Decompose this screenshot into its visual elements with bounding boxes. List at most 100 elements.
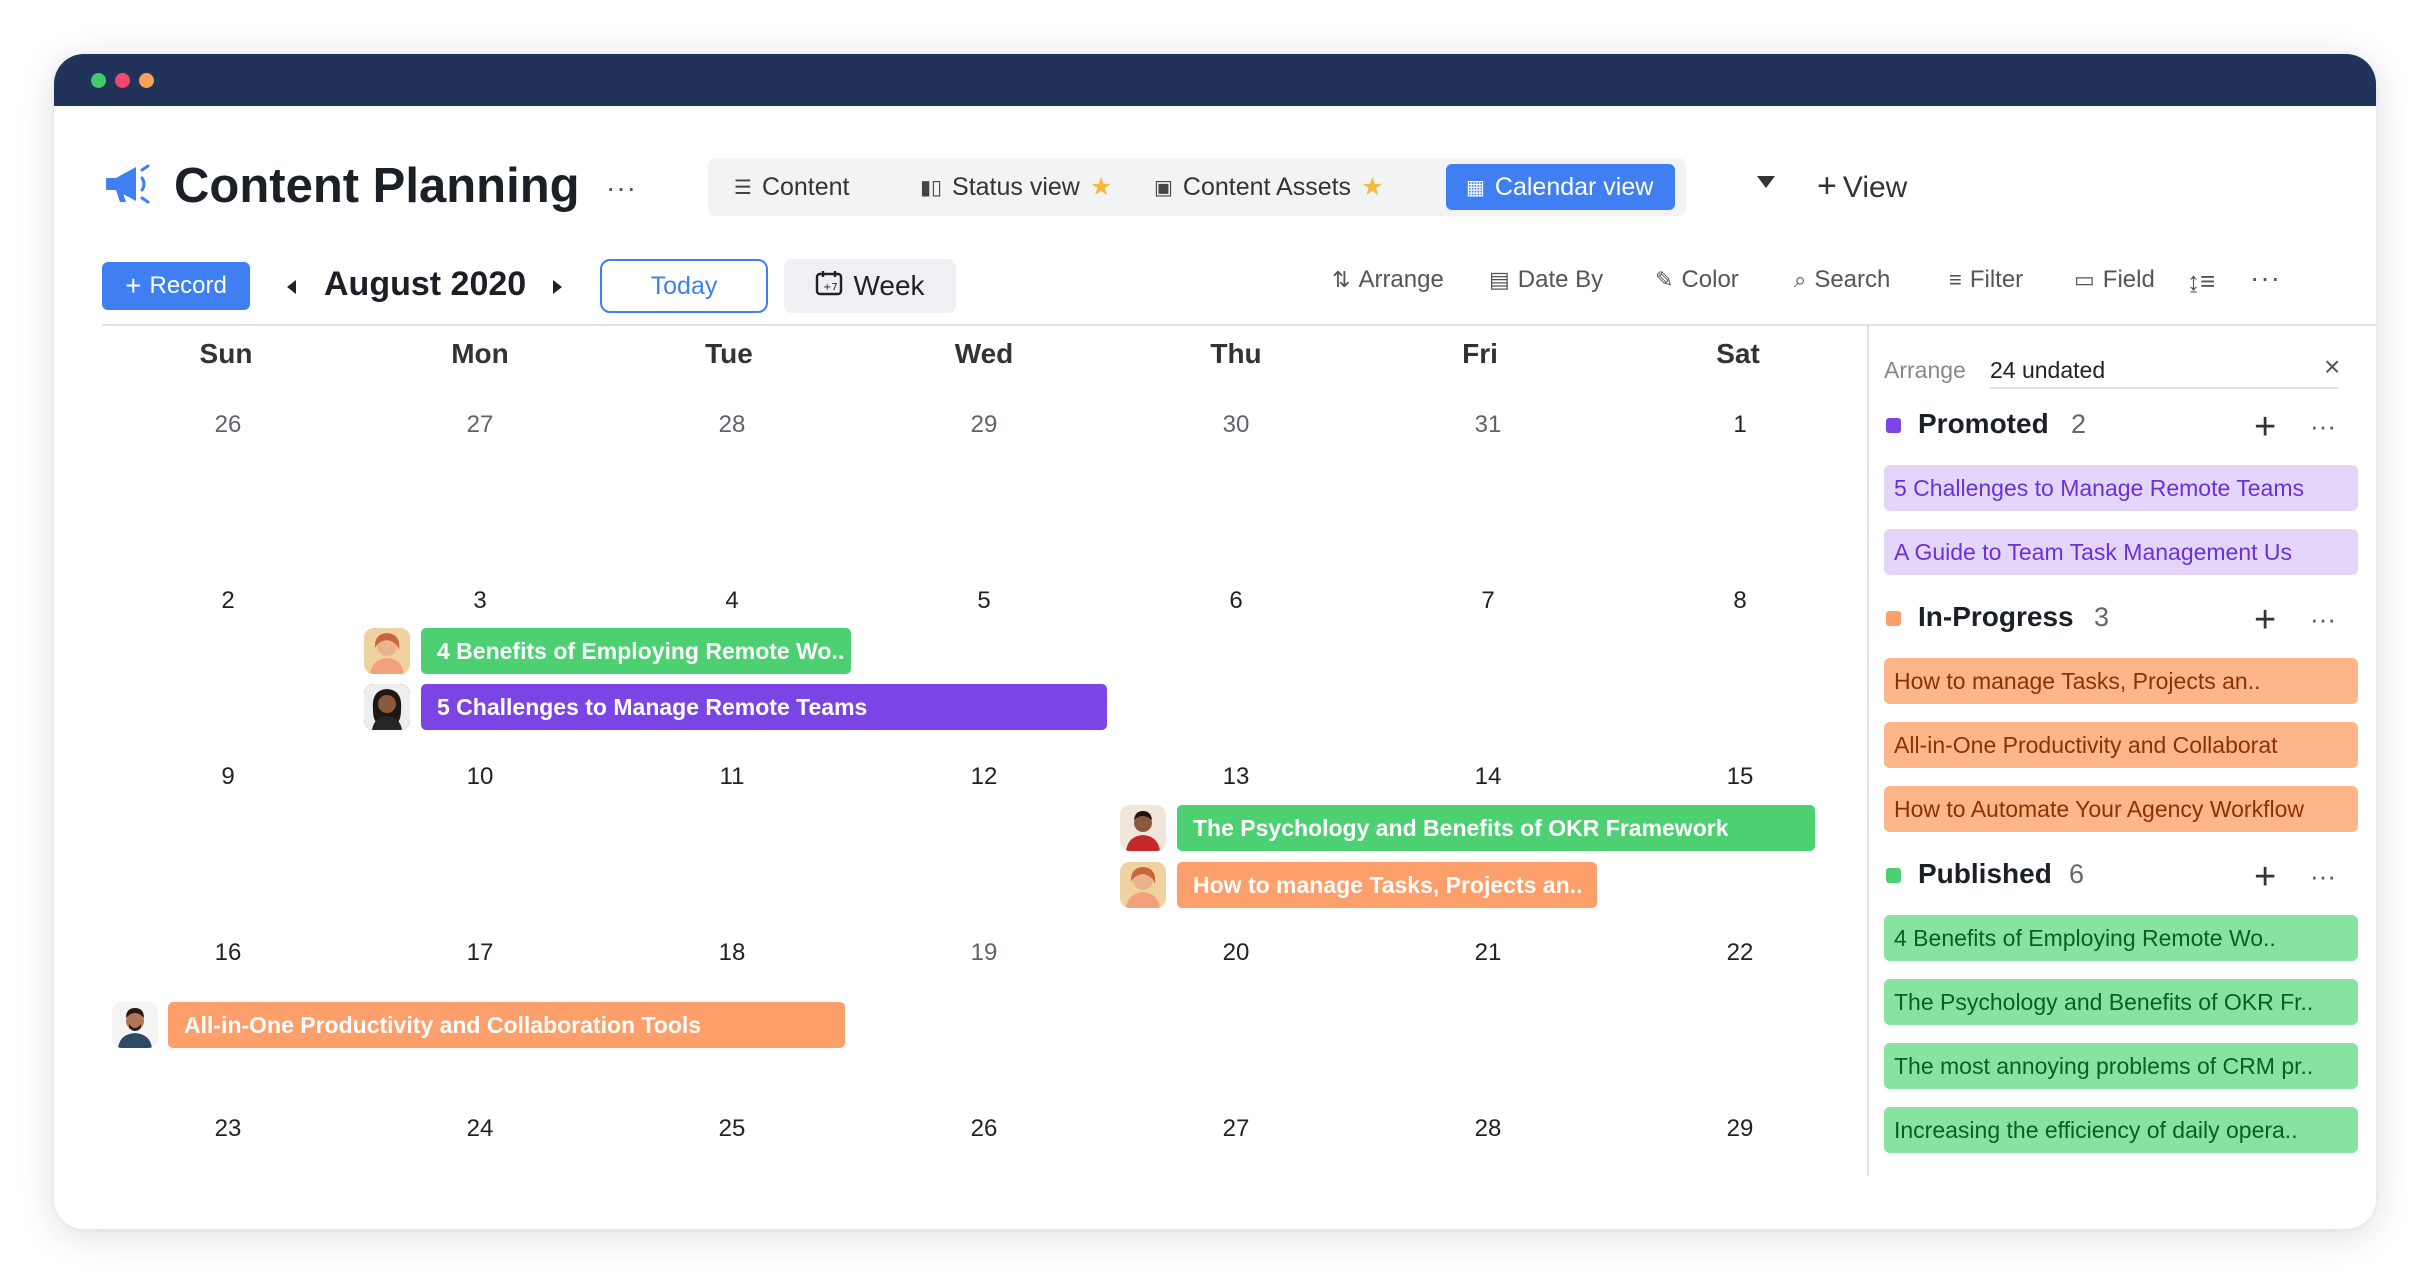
chevron-down-icon[interactable] bbox=[1757, 176, 1775, 188]
window-minimize-dot[interactable] bbox=[139, 73, 154, 88]
undated-card[interactable]: The Psychology and Benefits of OKR Fr.. bbox=[1884, 979, 2358, 1025]
day-cell-date[interactable]: 5 bbox=[944, 587, 1024, 615]
filter-button[interactable]: ≡ Filter bbox=[1949, 266, 2023, 294]
day-cell-date[interactable]: 1 bbox=[1700, 411, 1780, 439]
field-button[interactable]: ▭ Field bbox=[2074, 266, 2155, 294]
day-cell-date[interactable]: 11 bbox=[692, 763, 772, 791]
undated-card[interactable]: 5 Challenges to Manage Remote Teams bbox=[1884, 465, 2358, 511]
group-more-icon[interactable]: ··· bbox=[2310, 863, 2336, 889]
sidebar-header-divider bbox=[1990, 387, 2338, 389]
group-count: 3 bbox=[2094, 602, 2110, 632]
prev-month-icon[interactable] bbox=[287, 280, 296, 294]
undated-card[interactable]: All-in-One Productivity and Collaborat bbox=[1884, 722, 2358, 768]
tab-calendar-view[interactable]: ▦ Calendar view bbox=[1446, 164, 1676, 210]
day-cell-date[interactable]: 17 bbox=[440, 939, 520, 967]
search-button[interactable]: ⌕ Search bbox=[1794, 266, 1890, 294]
avatar[interactable] bbox=[1120, 862, 1166, 908]
day-cell-date[interactable]: 15 bbox=[1700, 763, 1780, 791]
add-item-icon[interactable]: + bbox=[2254, 601, 2276, 639]
undated-card[interactable]: Increasing the efficiency of daily opera… bbox=[1884, 1107, 2358, 1153]
toolbar-more-icon[interactable]: ··· bbox=[2250, 264, 2281, 292]
close-icon[interactable]: × bbox=[2324, 351, 2340, 383]
add-item-icon[interactable]: + bbox=[2254, 408, 2276, 446]
sort-icon: ⇅ bbox=[1332, 267, 1351, 292]
window-close-dot[interactable] bbox=[115, 73, 130, 88]
add-record-button[interactable]: + Record bbox=[102, 262, 250, 310]
calendar-event[interactable]: 5 Challenges to Manage Remote Teams bbox=[421, 684, 1107, 730]
calendar-event[interactable]: 4 Benefits of Employing Remote Wo.. bbox=[421, 628, 851, 674]
add-item-icon[interactable]: + bbox=[2254, 858, 2276, 896]
avatar[interactable] bbox=[1120, 805, 1166, 851]
day-cell-date[interactable]: 3 bbox=[440, 587, 520, 615]
next-month-icon[interactable] bbox=[553, 280, 562, 294]
calendar-event[interactable]: The Psychology and Benefits of OKR Frame… bbox=[1177, 805, 1815, 851]
group-name-promoted: Promoted bbox=[1918, 408, 2049, 439]
day-cell-date[interactable]: 14 bbox=[1448, 763, 1528, 791]
day-cell-date[interactable]: 26 bbox=[188, 411, 268, 439]
day-cell-date[interactable]: 21 bbox=[1448, 939, 1528, 967]
day-cell-date[interactable]: 7 bbox=[1448, 587, 1528, 615]
arrange-button[interactable]: ⇅ Arrange bbox=[1332, 266, 1444, 294]
published-color-swatch bbox=[1886, 868, 1901, 883]
day-cell-date[interactable]: 18 bbox=[692, 939, 772, 967]
undated-card[interactable]: 4 Benefits of Employing Remote Wo.. bbox=[1884, 915, 2358, 961]
day-cell-date[interactable]: 20 bbox=[1196, 939, 1276, 967]
day-cell-date[interactable]: 26 bbox=[944, 1115, 1024, 1143]
day-cell-date[interactable]: 16 bbox=[188, 939, 268, 967]
day-cell-date[interactable]: 8 bbox=[1700, 587, 1780, 615]
window-titlebar bbox=[54, 54, 2376, 106]
day-cell-date[interactable]: 28 bbox=[1448, 1115, 1528, 1143]
avatar[interactable] bbox=[364, 628, 410, 674]
date-by-button[interactable]: ▤ Date By bbox=[1489, 266, 1603, 294]
tab-content-assets[interactable]: ▣ Content Assets ★ bbox=[1154, 164, 1383, 210]
day-cell-date[interactable]: 24 bbox=[440, 1115, 520, 1143]
undated-card[interactable]: A Guide to Team Task Management Us bbox=[1884, 529, 2358, 575]
day-cell-date[interactable]: 25 bbox=[692, 1115, 772, 1143]
day-cell-date[interactable]: 10 bbox=[440, 763, 520, 791]
day-cell-date[interactable]: 29 bbox=[1700, 1115, 1780, 1143]
day-cell-date[interactable]: 19 bbox=[944, 939, 1024, 967]
filter-icon: ≡ bbox=[1949, 267, 1962, 292]
promoted-color-swatch bbox=[1886, 418, 1901, 433]
day-cell-date[interactable]: 29 bbox=[944, 411, 1024, 439]
day-cell-date[interactable]: 9 bbox=[188, 763, 268, 791]
app-window: Content Planning ··· ☰ Content ▮▯ Status… bbox=[54, 54, 2376, 1229]
day-cell-date[interactable]: 27 bbox=[1196, 1115, 1276, 1143]
day-cell-date[interactable]: 13 bbox=[1196, 763, 1276, 791]
day-cell-date[interactable]: 30 bbox=[1196, 411, 1276, 439]
avatar[interactable] bbox=[112, 1002, 158, 1048]
calendar-event[interactable]: How to manage Tasks, Projects an.. bbox=[1177, 862, 1597, 908]
day-cell-date[interactable]: 22 bbox=[1700, 939, 1780, 967]
undated-card[interactable]: How to Automate Your Agency Workflow bbox=[1884, 786, 2358, 832]
week-select[interactable]: +7 Week bbox=[784, 259, 956, 313]
field-label: Field bbox=[2102, 266, 2155, 293]
star-icon: ★ bbox=[1089, 173, 1113, 201]
day-cell-date[interactable]: 23 bbox=[188, 1115, 268, 1143]
undated-card[interactable]: The most annoying problems of CRM pr.. bbox=[1884, 1043, 2358, 1089]
tab-content[interactable]: ☰ Content bbox=[734, 164, 850, 210]
day-cell-date[interactable]: 28 bbox=[692, 411, 772, 439]
tab-status-view[interactable]: ▮▯ Status view ★ bbox=[920, 164, 1112, 210]
weekday-sun: Sun bbox=[199, 338, 253, 369]
avatar[interactable] bbox=[364, 684, 410, 730]
day-cell-date[interactable]: 27 bbox=[440, 411, 520, 439]
window-maximize-dot[interactable] bbox=[91, 73, 106, 88]
group-more-icon[interactable]: ··· bbox=[2310, 413, 2336, 439]
row-height-button[interactable]: ↨≡ bbox=[2187, 266, 2223, 297]
calendar-event[interactable]: All-in-One Productivity and Collaboratio… bbox=[168, 1002, 845, 1048]
weekday-fri: Fri bbox=[1462, 338, 1498, 369]
day-cell-date[interactable]: 4 bbox=[692, 587, 772, 615]
day-cell-date[interactable]: 6 bbox=[1196, 587, 1276, 615]
title-more-icon[interactable]: ··· bbox=[606, 174, 637, 202]
calendar-week-icon: +7 bbox=[815, 270, 843, 303]
day-cell-date[interactable]: 31 bbox=[1448, 411, 1528, 439]
add-view-button[interactable]: + View bbox=[1817, 167, 1907, 206]
undated-card[interactable]: How to manage Tasks, Projects an.. bbox=[1884, 658, 2358, 704]
today-button[interactable]: Today bbox=[600, 259, 768, 313]
day-cell-date[interactable]: 2 bbox=[188, 587, 268, 615]
tab-label: Calendar view bbox=[1494, 172, 1654, 201]
filter-label: Filter bbox=[1969, 266, 2024, 293]
color-button[interactable]: ✎ Color bbox=[1655, 266, 1739, 294]
group-more-icon[interactable]: ··· bbox=[2310, 606, 2336, 632]
day-cell-date[interactable]: 12 bbox=[944, 763, 1024, 791]
